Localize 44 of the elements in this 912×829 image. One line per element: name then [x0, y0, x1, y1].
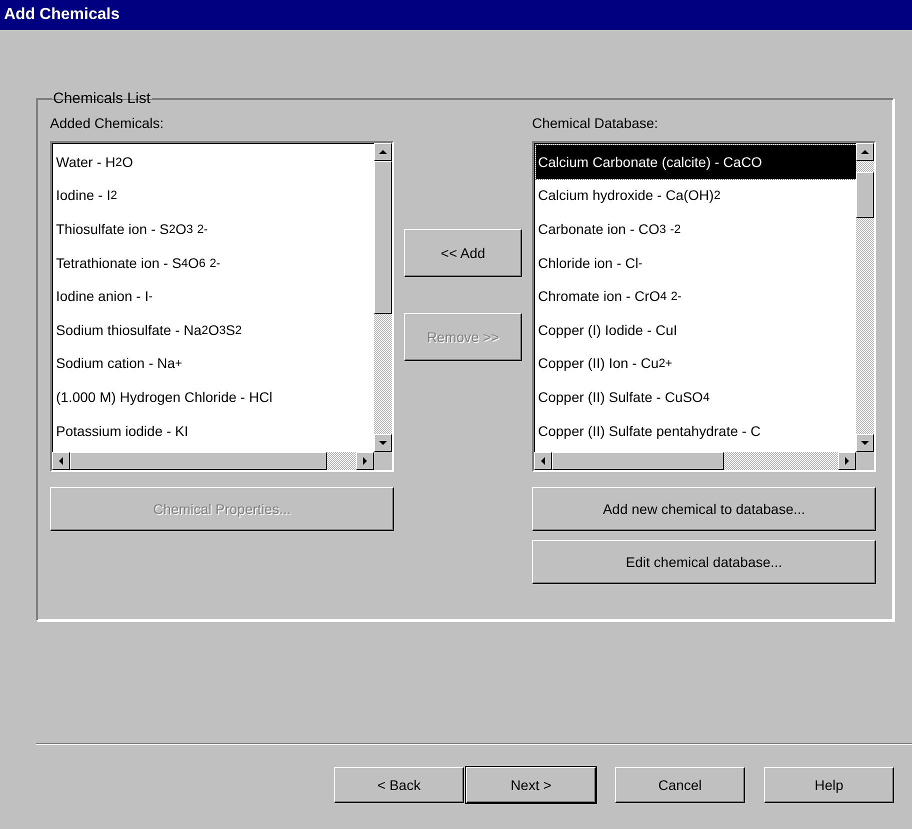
- list-box[interactable]: [532, 141, 876, 472]
- list-item[interactable]: (1.000 M) Hydrogen Chloride - HCl: [54, 380, 374, 414]
- horizontal-scrollbar[interactable]: [52, 452, 374, 470]
- up-arrow-icon: [378, 149, 388, 155]
- list-item[interactable]: Copper (I) Iodide - CuI: [536, 312, 856, 347]
- scroll-down-button[interactable]: [374, 434, 392, 452]
- add-to-database-button[interactable]: Add new chemical to database...: [532, 487, 876, 531]
- up-arrow-icon: [860, 149, 870, 155]
- list-item[interactable]: Potassium iodide - KI: [54, 414, 374, 448]
- cancel-button[interactable]: Cancel: [615, 767, 745, 803]
- vertical-scrollbar[interactable]: [374, 143, 392, 452]
- left-arrow-icon: [58, 456, 64, 466]
- add-button[interactable]: << Add: [404, 229, 522, 277]
- edit-database-button[interactable]: Edit chemical database...: [532, 540, 876, 584]
- right-arrow-icon: [362, 456, 368, 466]
- scrollbar-corner: [856, 452, 874, 470]
- scrollbar-corner: [374, 452, 392, 470]
- scrollbar-thumb[interactable]: [552, 452, 724, 470]
- scroll-left-button[interactable]: [52, 452, 70, 470]
- window-title: Add Chemicals: [4, 6, 120, 24]
- scroll-down-button[interactable]: [856, 434, 874, 452]
- scroll-up-button[interactable]: [856, 143, 874, 161]
- list-item[interactable]: Calcium Carbonate (calcite) - CaCO: [536, 145, 856, 179]
- scroll-right-button[interactable]: [356, 452, 374, 470]
- list-label: Added Chemicals:: [50, 115, 165, 133]
- list-box[interactable]: [50, 141, 394, 472]
- scrollbar-thumb[interactable]: [70, 452, 328, 470]
- right-arrow-icon: [844, 456, 850, 466]
- scrollbar-thumb[interactable]: [856, 172, 874, 218]
- next-button[interactable]: Next >: [466, 767, 596, 803]
- scrollbar-thumb[interactable]: [374, 161, 392, 314]
- list-label: Chemical Database:: [532, 115, 660, 133]
- list-item[interactable]: Copper (II) Sulfate pentahydrate - C: [536, 414, 856, 448]
- scroll-left-button[interactable]: [534, 452, 552, 470]
- scroll-right-button[interactable]: [838, 452, 856, 470]
- vertical-scrollbar[interactable]: [856, 143, 874, 452]
- group-title: Chemicals List: [52, 90, 152, 107]
- back-button[interactable]: < Back: [334, 767, 464, 803]
- down-arrow-icon: [860, 440, 870, 446]
- down-arrow-icon: [378, 440, 388, 446]
- horizontal-scrollbar[interactable]: [534, 452, 856, 470]
- left-arrow-icon: [540, 456, 546, 466]
- help-button[interactable]: Help: [764, 767, 894, 803]
- scroll-up-button[interactable]: [374, 143, 392, 161]
